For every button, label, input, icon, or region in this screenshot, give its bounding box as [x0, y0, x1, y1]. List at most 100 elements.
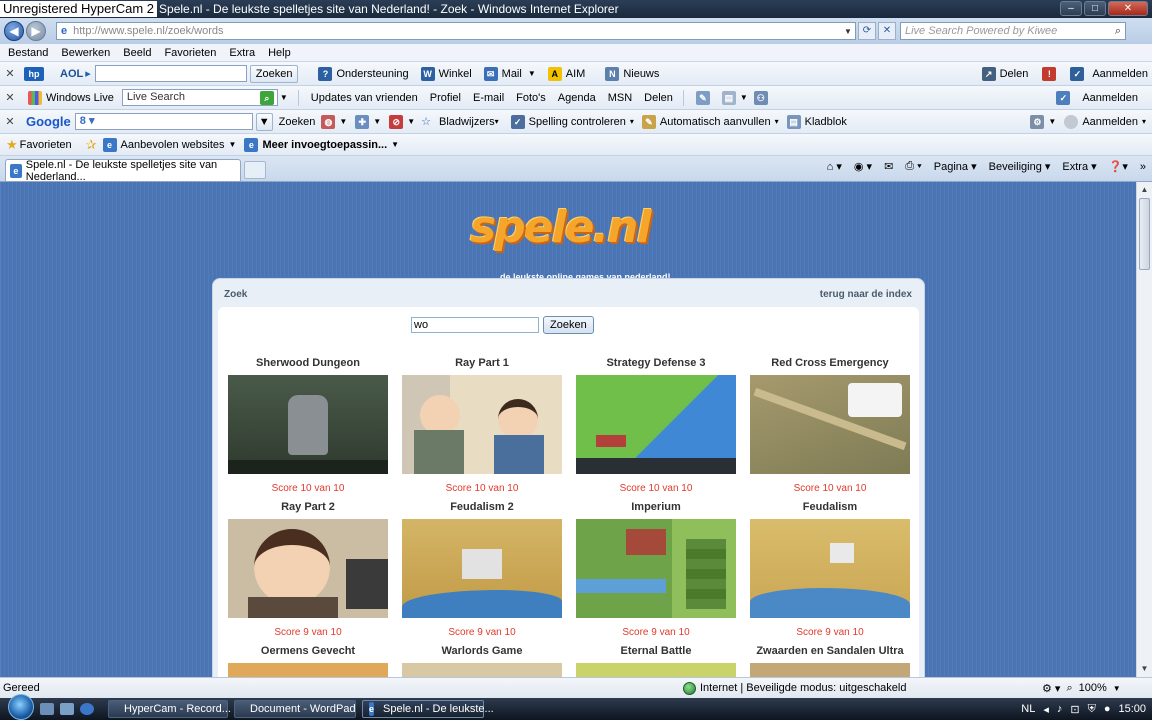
live-share[interactable]: Delen — [644, 92, 673, 104]
aol-aim[interactable]: AIM — [566, 68, 586, 80]
game-card[interactable]: Red Cross Emergency Score 10 van 10 — [750, 357, 910, 494]
game-title[interactable]: Feudalism — [750, 501, 910, 519]
new-tab-button[interactable] — [244, 161, 266, 179]
game-thumbnail[interactable] — [402, 375, 562, 474]
aol-search-input[interactable] — [94, 65, 247, 82]
bookmarks-dropdown-icon[interactable]: ▾ — [495, 117, 499, 126]
game-thumbnail[interactable] — [402, 663, 562, 677]
suggested-sites[interactable]: Aanbevolen websites — [121, 139, 225, 151]
game-card[interactable]: Feudalism 2 Score 9 van 10 — [402, 501, 562, 638]
close-toolbar-icon[interactable]: ✕ — [0, 91, 20, 104]
volume-icon[interactable]: ♪ — [1057, 703, 1063, 715]
game-card[interactable]: Warlords Game — [402, 645, 562, 677]
game-thumbnail[interactable] — [750, 375, 910, 474]
google-spellcheck[interactable]: Spelling controleren — [529, 116, 626, 128]
start-button[interactable] — [8, 694, 34, 720]
menu-tools[interactable]: Extra — [229, 47, 255, 59]
forward-button[interactable]: ▶ — [26, 21, 46, 41]
security-zone[interactable]: Internet | Beveiligde modus: uitgeschake… — [683, 681, 906, 695]
game-thumbnail[interactable] — [576, 663, 736, 677]
tab-spele[interactable]: e Spele.nl - De leukste spelletjes site … — [5, 159, 241, 183]
zoom-control[interactable]: ⚙ ▾ ⌕ 100% ▼ — [1042, 682, 1121, 695]
game-title[interactable]: Red Cross Emergency — [750, 357, 910, 375]
aol-news[interactable]: Nieuws — [623, 68, 659, 80]
game-thumbnail[interactable] — [228, 375, 388, 474]
options-icon[interactable]: ▤ — [721, 90, 736, 105]
close-toolbar-icon[interactable]: ✕ — [0, 67, 20, 80]
signin-dropdown-icon[interactable]: ▾ — [1142, 117, 1146, 126]
live-msn[interactable]: MSN — [608, 92, 632, 104]
live-updates[interactable]: Updates van vrienden — [311, 92, 418, 104]
highlight-icon[interactable]: ✎ — [695, 90, 710, 105]
scroll-down-icon[interactable]: ▼ — [1137, 661, 1152, 677]
google-search-input[interactable]: 8 ▾ — [74, 113, 253, 130]
google-logo[interactable]: Google — [26, 114, 71, 129]
google-autofill[interactable]: Automatisch aanvullen — [660, 116, 771, 128]
game-thumbnail[interactable] — [750, 663, 910, 677]
aol-signin[interactable]: Aanmelden — [1092, 68, 1148, 80]
close-button[interactable]: ✕ — [1108, 1, 1148, 16]
ie-quicklaunch-icon[interactable] — [80, 703, 94, 715]
game-title[interactable]: Ray Part 2 — [228, 501, 388, 519]
back-to-index-link[interactable]: terug naar de index — [820, 289, 912, 300]
wrench-dropdown-icon[interactable]: ▼ — [1048, 117, 1056, 126]
mail-dropdown-icon[interactable]: ▼ — [528, 69, 536, 78]
menu-favorites[interactable]: Favorieten — [164, 47, 216, 59]
aol-search-button[interactable]: Zoeken — [249, 64, 299, 83]
google-signin[interactable]: Aanmelden — [1082, 116, 1138, 128]
menu-help[interactable]: Help — [268, 47, 291, 59]
live-toolbar-search[interactable]: Live Search — [121, 89, 278, 106]
live-search-go-icon[interactable]: ⌕ — [259, 90, 274, 105]
aol-support[interactable]: Ondersteuning — [336, 68, 408, 80]
google-news-dropdown-icon[interactable]: ▼ — [339, 117, 347, 126]
task-hypercam[interactable]: HyperCam - Record... — [108, 700, 231, 718]
address-bar[interactable]: e http://www.spele.nl/zoek/words ▼ — [56, 22, 856, 40]
cmd-safety[interactable]: Beveiliging ▾ — [989, 160, 1051, 173]
game-title[interactable]: Imperium — [576, 501, 736, 519]
popup-blocker-icon[interactable]: ⊘ — [389, 114, 404, 129]
site-search-input[interactable] — [411, 317, 539, 333]
game-thumbnail[interactable] — [402, 519, 562, 618]
game-title[interactable]: Ray Part 1 — [402, 357, 562, 375]
site-logo[interactable]: spele.nl de leukste online games van ned… — [470, 202, 671, 282]
zoom-dropdown-icon[interactable]: ▼ — [1113, 684, 1121, 693]
aol-brand[interactable]: AOL — [60, 68, 83, 80]
task-ie[interactable]: e Spele.nl - De leukste... — [362, 700, 494, 718]
scroll-up-icon[interactable]: ▲ — [1137, 182, 1152, 198]
game-card[interactable]: Sherwood Dungeon Score 10 van 10 — [228, 357, 388, 494]
live-search-input[interactable]: Live Search Powered by Kiwee ⌕ — [900, 22, 1126, 40]
live-email[interactable]: E-mail — [473, 92, 504, 104]
game-thumbnail[interactable] — [576, 375, 736, 474]
game-thumbnail[interactable] — [576, 519, 736, 618]
suggested-dropdown-icon[interactable]: ▼ — [229, 140, 237, 149]
help-icon[interactable]: ❓▾ — [1109, 160, 1128, 173]
game-title[interactable]: Zwaarden en Sandalen Ultra — [750, 645, 910, 663]
check-icon[interactable]: ✓ — [1070, 66, 1085, 81]
google-notebook[interactable]: Kladblok — [805, 116, 847, 128]
tray-arrow-icon[interactable]: ◂ — [1043, 703, 1049, 716]
maximize-button[interactable]: □ — [1084, 1, 1106, 16]
people-icon[interactable]: ⚇ — [753, 90, 768, 105]
game-title[interactable]: Strategy Defense 3 — [576, 357, 736, 375]
stop-icon[interactable]: ✕ — [878, 22, 896, 40]
game-card[interactable]: Oermens Gevecht — [228, 645, 388, 677]
hp-icon[interactable]: hp — [24, 66, 44, 81]
menu-file[interactable]: Bestand — [8, 47, 48, 59]
game-title[interactable]: Oermens Gevecht — [228, 645, 388, 663]
game-card[interactable]: Eternal Battle — [576, 645, 736, 677]
game-title[interactable]: Sherwood Dungeon — [228, 357, 388, 375]
google-plus-icon[interactable]: ✚ — [355, 114, 370, 129]
favorites-button[interactable]: Favorieten — [20, 139, 72, 151]
game-title[interactable]: Feudalism 2 — [402, 501, 562, 519]
chevron-right-icon[interactable]: » — [1140, 161, 1146, 173]
game-card[interactable]: Ray Part 2 Score 9 van 10 — [228, 501, 388, 638]
game-card[interactable]: Ray Part 1 Score 10 van 10 — [402, 357, 562, 494]
game-card[interactable]: Imperium Score 9 van 10 — [576, 501, 736, 638]
live-signin[interactable]: Aanmelden — [1082, 92, 1138, 104]
refresh-icon[interactable]: ⟳ — [858, 22, 876, 40]
search-icon[interactable]: ⌕ — [1115, 25, 1121, 38]
live-brand[interactable]: Windows Live — [46, 92, 114, 104]
cmd-tools[interactable]: Extra ▾ — [1062, 160, 1096, 173]
game-title[interactable]: Warlords Game — [402, 645, 562, 663]
game-thumbnail[interactable] — [228, 519, 388, 618]
